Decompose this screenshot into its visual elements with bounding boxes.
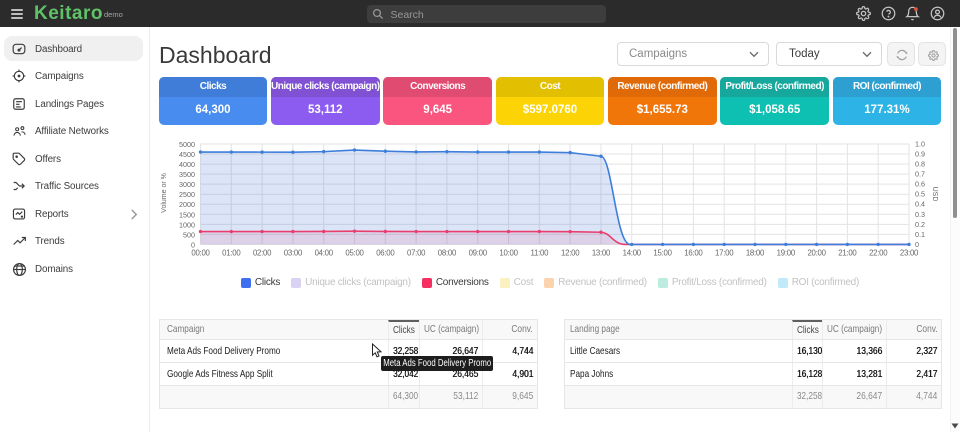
- svg-text:0.6: 0.6: [915, 180, 925, 189]
- svg-text:05:00: 05:00: [345, 249, 364, 258]
- svg-text:16:00: 16:00: [684, 249, 703, 258]
- svg-text:500: 500: [183, 230, 195, 239]
- svg-text:5000: 5000: [179, 140, 195, 149]
- svg-text:0.4: 0.4: [915, 200, 925, 209]
- svg-text:4500: 4500: [179, 150, 195, 159]
- svg-text:01:00: 01:00: [222, 249, 241, 258]
- svg-text:17:00: 17:00: [715, 249, 734, 258]
- svg-text:0.5: 0.5: [915, 190, 925, 199]
- svg-text:00:00: 00:00: [191, 249, 210, 258]
- svg-text:11:00: 11:00: [531, 249, 550, 258]
- svg-text:23:00: 23:00: [900, 249, 919, 258]
- svg-text:0.9: 0.9: [915, 150, 925, 159]
- svg-text:0.8: 0.8: [915, 160, 925, 169]
- svg-text:10:00: 10:00: [499, 249, 518, 258]
- svg-text:18:00: 18:00: [746, 249, 765, 258]
- svg-text:19:00: 19:00: [777, 249, 796, 258]
- svg-text:12:00: 12:00: [561, 249, 580, 258]
- svg-text:08:00: 08:00: [438, 249, 457, 258]
- svg-text:06:00: 06:00: [376, 249, 395, 258]
- svg-text:21:00: 21:00: [838, 249, 857, 258]
- svg-text:USD: USD: [931, 187, 938, 202]
- svg-text:2500: 2500: [179, 190, 195, 199]
- svg-text:03:00: 03:00: [284, 249, 303, 258]
- svg-text:4000: 4000: [179, 160, 195, 169]
- svg-text:1000: 1000: [179, 220, 195, 229]
- svg-text:3000: 3000: [179, 180, 195, 189]
- svg-text:13:00: 13:00: [592, 249, 611, 258]
- svg-text:1500: 1500: [179, 210, 195, 219]
- svg-text:15:00: 15:00: [653, 249, 672, 258]
- svg-text:3500: 3500: [179, 170, 195, 179]
- svg-text:0.7: 0.7: [915, 170, 925, 179]
- svg-text:1.0: 1.0: [915, 140, 925, 149]
- svg-text:20:00: 20:00: [807, 249, 826, 258]
- svg-text:2000: 2000: [179, 200, 195, 209]
- svg-text:Volume or %: Volume or %: [161, 173, 168, 213]
- svg-text:04:00: 04:00: [315, 249, 334, 258]
- svg-text:0.2: 0.2: [915, 220, 925, 229]
- svg-text:0.3: 0.3: [915, 210, 925, 219]
- svg-text:02:00: 02:00: [253, 249, 272, 258]
- svg-text:14:00: 14:00: [623, 249, 642, 258]
- svg-text:0.1: 0.1: [915, 230, 925, 239]
- svg-text:22:00: 22:00: [869, 249, 888, 258]
- svg-text:09:00: 09:00: [469, 249, 488, 258]
- svg-text:07:00: 07:00: [407, 249, 426, 258]
